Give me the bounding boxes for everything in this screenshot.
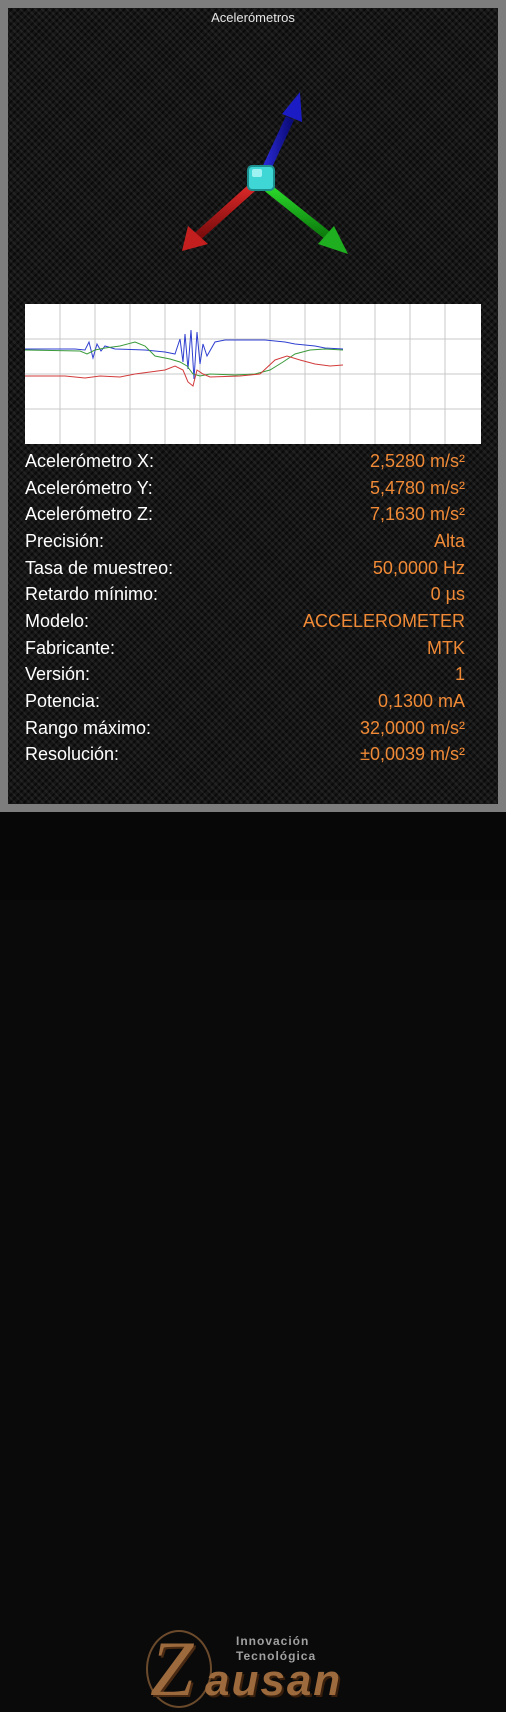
sensor-panel: Acelerómetros Acelerómetro X: 2,5280 m/s… [8,8,498,804]
info-row-sample-rate: Tasa de muestreo: 50,0000 Hz [25,555,465,582]
info-label: Acelerómetro X: [25,450,155,471]
info-label: Rango máximo: [25,717,152,738]
info-row-model: Modelo: ACCELEROMETER [25,608,465,635]
info-row-version: Versión: 1 [25,662,465,689]
info-value: 2,5280 m/s² [369,450,465,471]
info-label: Acelerómetro Y: [25,477,153,498]
info-label: Precisión: [25,530,105,551]
info-value: 7,1630 m/s² [369,504,465,525]
info-label: Fabricante: [25,637,116,658]
footer-banner[interactable]: Z Innovación Tecnológica ausan [0,812,506,1708]
info-value: 0 µs [430,584,465,605]
logo-tagline-1: Innovación [236,1634,310,1648]
info-row-max-range: Rango máximo: 32,0000 m/s² [25,715,465,742]
info-row-precision: Precisión: Alta [25,528,465,555]
info-value: ACCELEROMETER [302,610,465,631]
info-value: MTK [427,637,465,658]
info-label: Acelerómetro Z: [25,504,154,525]
info-row-power: Potencia: 0,1300 mA [25,688,465,715]
info-label: Resolución: [25,744,120,765]
info-row-accel-x: Acelerómetro X: 2,5280 m/s² [25,448,465,475]
info-label: Modelo: [25,610,90,631]
info-row-resolution: Resolución: ±0,0039 m/s² [25,742,465,769]
info-label: Retardo mínimo: [25,584,159,605]
logo-letter-z: Z [150,1625,194,1712]
logo-wordmark: ausan [205,1656,343,1705]
info-label: Potencia: [25,691,101,712]
center-cube-highlight [252,169,262,177]
info-label: Versión: [25,664,91,685]
info-row-accel-z: Acelerómetro Z: 7,1630 m/s² [25,501,465,528]
info-value: 32,0000 m/s² [359,717,465,738]
info-label: Tasa de muestreo: [25,557,174,578]
info-value: 1 [454,664,465,685]
info-value: 0,1300 mA [377,691,465,712]
sensor-info-list: Acelerómetro X: 2,5280 m/s² Acelerómetro… [25,448,465,768]
3d-axes-icon [182,92,348,254]
acceleration-graph [25,304,481,444]
window-frame: Acelerómetros Acelerómetro X: 2,5280 m/s… [0,0,506,812]
info-row-vendor: Fabricante: MTK [25,635,465,662]
info-value: 50,0000 Hz [372,557,465,578]
y-axis-shaft [265,184,331,240]
info-value: ±0,0039 m/s² [360,744,465,765]
page-title: Acelerómetros [211,10,295,25]
info-row-min-delay: Retardo mínimo: 0 µs [25,581,465,608]
info-row-accel-y: Acelerómetro Y: 5,4780 m/s² [25,475,465,502]
x-axis-shaft [194,180,260,240]
info-value: Alta [433,530,465,551]
z-axis-arrowhead [282,92,302,122]
graph-series-x [25,355,344,387]
info-value: 5,4780 m/s² [369,477,465,498]
